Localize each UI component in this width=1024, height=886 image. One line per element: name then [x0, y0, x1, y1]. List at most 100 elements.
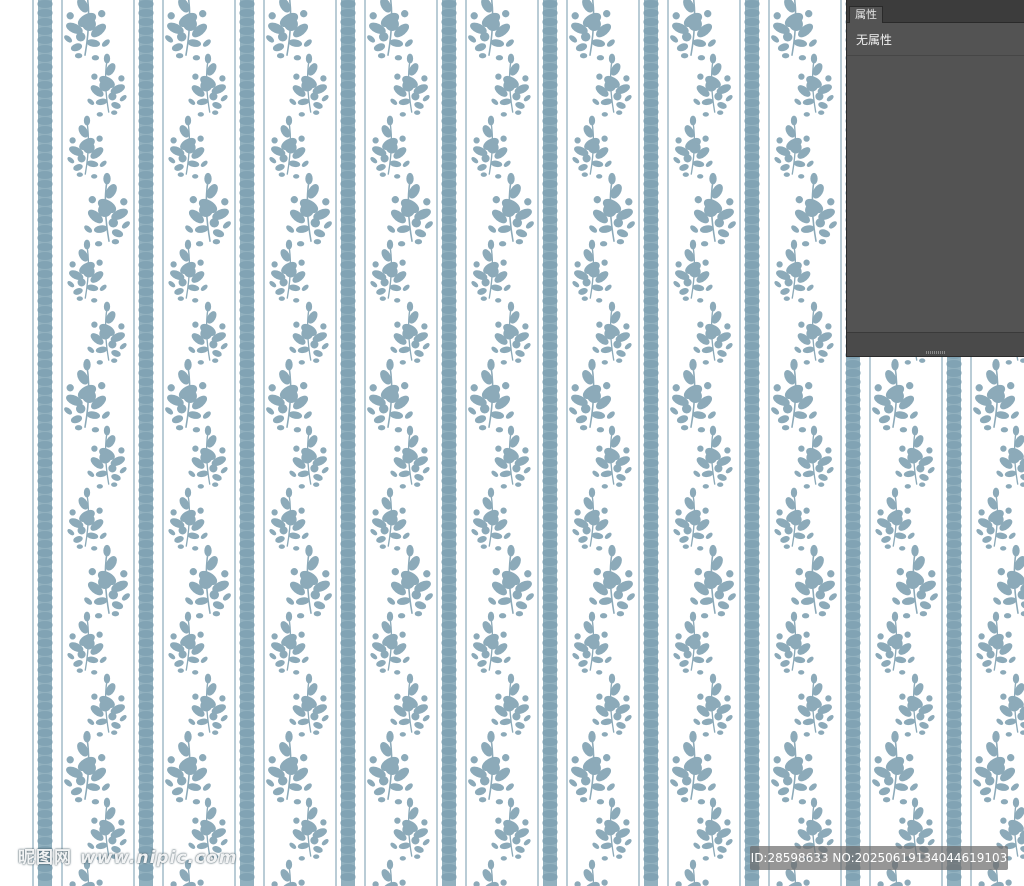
stripe-bead: [643, 873, 659, 881]
stripe-bead: [239, 558, 255, 566]
floral-sprig: [890, 544, 940, 619]
stripe-bead: [138, 333, 154, 341]
stripe-bead: [845, 828, 861, 836]
stripe-bead: [340, 396, 356, 404]
stripe-bead: [239, 684, 255, 692]
stripe-bead: [441, 225, 457, 233]
stripe-bead: [138, 603, 154, 611]
stripe-bead: [744, 810, 760, 818]
stripe-bead: [340, 360, 356, 368]
stripe-bead: [946, 621, 962, 629]
stripe-bead: [37, 711, 53, 719]
stripe-bead: [340, 441, 356, 449]
stripe-bead: [138, 297, 154, 305]
stripe-bead: [643, 846, 659, 854]
floral-sprig-shape: [389, 797, 431, 861]
floral-sprig: [769, 0, 819, 61]
stripe-bead: [138, 432, 154, 440]
stripe-bead: [138, 144, 154, 152]
floral-sprig: [268, 239, 310, 303]
stripe-bead: [441, 252, 457, 260]
stripe-bead: [542, 828, 558, 836]
stripe-bead: [744, 711, 760, 719]
stripe-bead: [542, 414, 558, 422]
stripe-bead: [542, 288, 558, 296]
stripe-bead: [542, 90, 558, 98]
stripe-bead: [37, 261, 53, 269]
tab-properties[interactable]: 属性: [849, 6, 883, 23]
stripe-bead: [643, 225, 659, 233]
stripe-bead: [542, 306, 558, 314]
floral-sprig-shape: [874, 487, 916, 551]
floral-sprig-shape: [288, 673, 330, 737]
stripe-bead: [441, 369, 457, 377]
stripe-bead: [845, 459, 861, 467]
floral-sprig-shape: [86, 673, 128, 737]
floral-sprig: [874, 611, 916, 675]
floral-sprig-shape: [284, 172, 334, 247]
stripe-bead: [744, 153, 760, 161]
stripe-bead: [744, 171, 760, 179]
stripe-bead: [37, 180, 53, 188]
stripe-bead: [946, 378, 962, 386]
stripe-bead: [340, 657, 356, 665]
floral-sprig: [187, 673, 229, 737]
stripe-bead: [744, 693, 760, 701]
floral-sprig-shape: [769, 730, 819, 805]
stripe-bead: [340, 9, 356, 17]
stripe-bead: [340, 99, 356, 107]
floral-sprig-shape: [793, 301, 835, 365]
stripe-bead: [239, 45, 255, 53]
floral-sprig: [284, 172, 334, 247]
stripe-bead: [845, 612, 861, 620]
resize-grip-icon[interactable]: [925, 351, 946, 354]
floral-sprig: [369, 239, 411, 303]
stripe-bead: [441, 540, 457, 548]
floral-sprig-shape: [167, 115, 209, 179]
stripe-bead: [744, 117, 760, 125]
stripe-bead: [542, 324, 558, 332]
stripe-bead: [542, 648, 558, 656]
stripe-bead: [744, 792, 760, 800]
floral-sprig: [470, 115, 512, 179]
stripe-bead: [340, 18, 356, 26]
floral-sprig: [365, 730, 415, 805]
floral-sprig: [389, 301, 431, 365]
floral-sprig: [567, 0, 617, 61]
stripe-bead: [441, 450, 457, 458]
stripe-bead: [340, 729, 356, 737]
floral-sprig-shape: [486, 172, 536, 247]
floral-sprig: [672, 239, 714, 303]
floral-sprig-shape: [466, 0, 516, 61]
stripe-bead: [239, 585, 255, 593]
stripe-bead: [946, 612, 962, 620]
stripe-bead: [946, 837, 962, 845]
stripe-bead: [643, 738, 659, 746]
stripe-bead: [744, 189, 760, 197]
floral-sprig-shape: [591, 797, 633, 861]
floral-sprig-shape: [264, 730, 314, 805]
site-watermark: 昵图网 www.nipic.com: [18, 846, 237, 870]
floral-sprig: [365, 358, 415, 433]
stripe-bead: [138, 774, 154, 782]
stripe-bead: [441, 90, 457, 98]
stripe-bead: [37, 270, 53, 278]
stripe-bead: [441, 144, 457, 152]
stripe-bead: [239, 99, 255, 107]
stripe-bead: [643, 270, 659, 278]
stripe-bead: [340, 828, 356, 836]
stripe-bead: [744, 207, 760, 215]
floral-sprig-shape: [389, 301, 431, 365]
floral-sprig: [591, 425, 633, 489]
stripe-bead: [441, 441, 457, 449]
stripe-bead: [239, 648, 255, 656]
stripe-bead: [340, 144, 356, 152]
floral-sprig-shape: [268, 859, 310, 886]
stripe: [465, 0, 467, 886]
stripe: [739, 0, 741, 886]
stripe-bead: [643, 837, 659, 845]
stripe-bead: [441, 207, 457, 215]
stripe-bead: [643, 180, 659, 188]
stripe-bead: [239, 369, 255, 377]
stripe-bead: [441, 387, 457, 395]
